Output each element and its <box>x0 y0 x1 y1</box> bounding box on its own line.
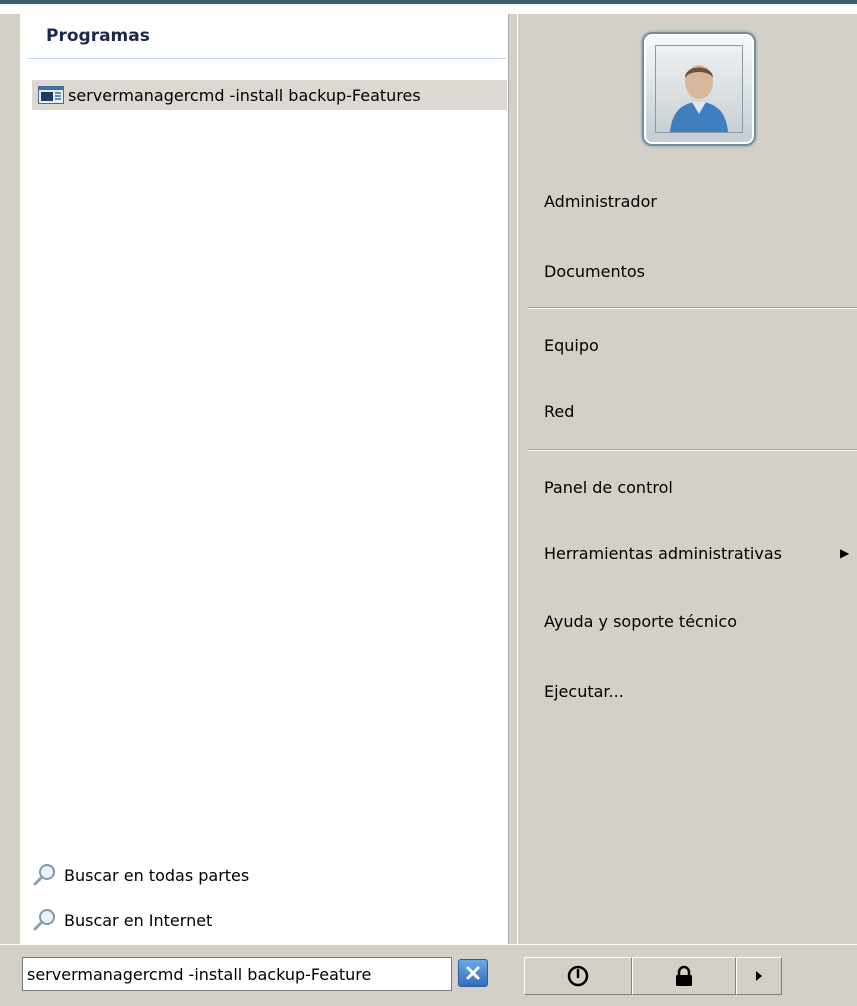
menu-item-equipo[interactable]: Equipo <box>544 330 857 360</box>
power-button-group <box>524 957 782 995</box>
search-everywhere-link[interactable]: Buscar en todas partes <box>32 862 249 888</box>
program-result-label: servermanagercmd -install backup-Feature… <box>68 85 421 105</box>
chevron-right-icon <box>756 971 762 981</box>
search-icon <box>33 909 55 931</box>
menu-item-panel-de-control[interactable]: Panel de control <box>544 472 857 502</box>
menu-item-label: Documentos <box>544 261 646 281</box>
menu-item-label: Panel de control <box>544 477 673 497</box>
start-menu-top-edge <box>0 0 857 14</box>
menu-item-label: Red <box>544 401 575 421</box>
close-icon <box>466 966 480 980</box>
search-everywhere-label: Buscar en todas partes <box>64 865 250 885</box>
menu-item-label: Equipo <box>544 335 599 355</box>
start-menu-left-edge <box>0 14 20 944</box>
menu-item-documentos[interactable]: Documentos <box>544 256 857 286</box>
user-avatar-icon <box>655 45 743 133</box>
shutdown-options-button[interactable] <box>736 957 782 995</box>
places-pane: Administrador Documentos Equipo Red Pane… <box>517 14 857 944</box>
menu-item-label: Ayuda y soporte técnico <box>544 611 738 631</box>
menu-item-label: Ejecutar... <box>544 681 624 701</box>
user-avatar[interactable] <box>642 32 756 146</box>
menu-item-administrador[interactable]: Administrador <box>544 186 857 216</box>
search-internet-link[interactable]: Buscar en Internet <box>32 907 212 933</box>
menu-separator <box>528 449 857 451</box>
program-result-item[interactable]: servermanagercmd -install backup-Feature… <box>32 80 507 110</box>
programs-pane: Programas servermanagercmd -install back… <box>20 14 509 944</box>
start-search-input[interactable] <box>22 957 452 991</box>
lock-icon <box>676 965 692 986</box>
programs-section-header: Programas <box>46 26 150 46</box>
menu-item-herramientas-administrativas[interactable]: Herramientas administrativas ▶ <box>544 538 857 568</box>
clear-search-button[interactable] <box>458 959 488 987</box>
search-icon <box>33 864 55 886</box>
submenu-arrow-icon: ▶ <box>840 546 850 560</box>
menu-separator <box>528 307 857 309</box>
menu-item-label: Administrador <box>544 191 657 211</box>
section-divider <box>28 58 506 59</box>
menu-item-ejecutar[interactable]: Ejecutar... <box>544 676 857 706</box>
menu-item-red[interactable]: Red <box>544 396 857 426</box>
console-program-icon <box>38 86 64 104</box>
menu-item-label: Herramientas administrativas <box>544 543 782 563</box>
power-icon <box>567 965 589 987</box>
search-internet-label: Buscar en Internet <box>64 910 213 930</box>
lock-button[interactable] <box>632 957 736 995</box>
start-menu-bottom-bar <box>0 944 857 1006</box>
power-button[interactable] <box>524 957 632 995</box>
menu-item-ayuda-y-soporte[interactable]: Ayuda y soporte técnico <box>544 606 857 636</box>
